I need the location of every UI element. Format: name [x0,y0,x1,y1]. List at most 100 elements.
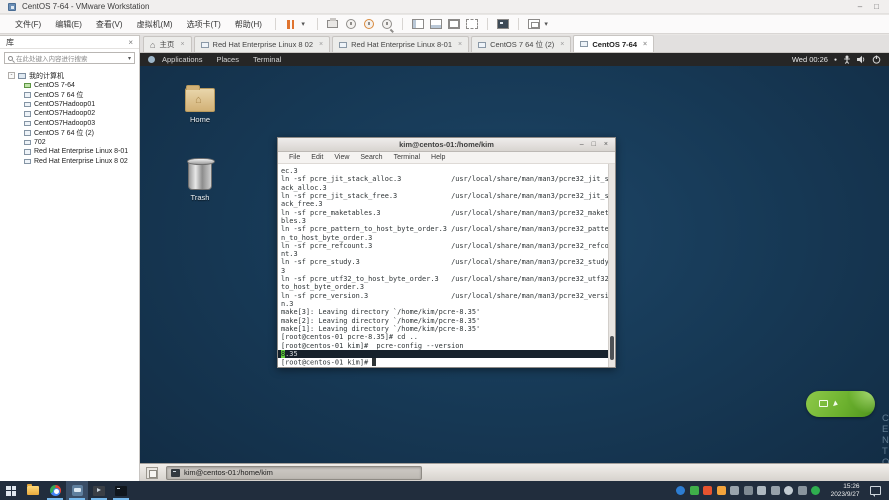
vmware-workstation-icon[interactable] [66,481,88,500]
desktop-icon-trash[interactable]: Trash [172,160,228,202]
windows-clock[interactable]: 15:26 2023/9/27 [831,483,860,499]
window-title: CentOS 7-64 - VMware Workstation [22,2,149,11]
terminal-line: make[3]: Leaving directory `/home/kim/pc… [281,308,608,316]
tab-close-icon[interactable]: × [180,41,184,48]
menu-item[interactable]: 编辑(E) [48,16,89,33]
sidebar-item-vm[interactable]: CentOS 7-64 [8,81,139,91]
send-ctrl-alt-del-button[interactable] [325,17,341,31]
file-explorer-icon[interactable] [22,481,44,500]
library-close-icon[interactable]: × [128,38,133,47]
sidebar-item-vm[interactable]: Red Hat Enterprise Linux 8-01 [8,147,139,157]
tab-Red Hat Enterprise Linux 8 02[interactable]: Red Hat Enterprise Linux 8 02 × [194,36,331,52]
terminal-content[interactable]: ec.3ln -sf pcre_jit_stack_alloc.3 /usr/l… [278,164,615,367]
sidebar-item-vm[interactable]: CentOS 7 64 位 (2) [8,128,139,138]
volume-icon[interactable] [857,55,866,64]
tray-icon-6[interactable] [744,486,753,495]
menu-item[interactable]: 查看(V) [89,16,130,33]
sidebar-item-vm[interactable]: CentOS7Hadoop03 [8,119,139,129]
gnome-menu-terminal[interactable]: Terminal [246,55,288,64]
tab-CentOS 7 64 位 (2)[interactable]: CentOS 7 64 位 (2)× [471,36,571,52]
suspend-dropdown[interactable]: ▾ [301,17,310,31]
minimize-icon[interactable]: – [858,2,862,11]
scrollbar-thumb[interactable] [610,336,614,360]
stretch-guest-button[interactable] [526,17,542,31]
tray-icon-4[interactable] [717,486,726,495]
taskbar-window-button[interactable]: kim@centos-01:/home/kim [166,466,422,480]
menu-item[interactable]: 虚拟机(M) [130,16,180,33]
terminal-maximize-icon[interactable]: □ [592,141,596,148]
vm-screen[interactable]: ApplicationsPlacesTerminal Wed 00:26 ● ⌂… [140,53,889,481]
tray-icon-11[interactable] [811,486,820,495]
sidebar-item-vm[interactable]: 702 [8,138,139,148]
gnome-clock[interactable]: Wed 00:26 [792,55,828,64]
tab-close-icon[interactable]: × [458,41,462,48]
terminal-menu-search[interactable]: Search [355,154,387,161]
show-console-button[interactable] [495,17,511,31]
tray-icon-3[interactable] [703,486,712,495]
manage-snapshots-button[interactable] [379,17,395,31]
media-player-icon[interactable] [88,481,110,500]
chrome-icon[interactable] [44,481,66,500]
gnome-menu-places[interactable]: Places [209,55,246,64]
terminal-close-icon[interactable]: × [604,141,608,148]
tray-icon-10[interactable] [798,486,807,495]
suspend-button[interactable] [283,17,299,31]
tab-close-icon[interactable]: × [319,41,323,48]
maximize-icon[interactable]: □ [874,2,879,11]
tray-icon-7[interactable] [757,486,766,495]
terminal-menu-help[interactable]: Help [426,154,450,161]
show-thumbnail-bar-button[interactable] [428,17,444,31]
sidebar-item-vm[interactable]: CentOS 7 64 位 [8,90,139,100]
tree-expander-icon[interactable]: - [8,72,15,79]
menu-item[interactable]: 文件(F) [8,16,48,33]
window-list-icon[interactable] [146,467,158,479]
console-app-icon[interactable] [110,481,132,500]
menu-item[interactable]: 帮助(H) [228,16,269,33]
terminal-titlebar[interactable]: kim@centos-01:/home/kim – □ × [278,138,615,152]
sidebar-item-vm[interactable]: CentOS7Hadoop02 [8,109,139,119]
fullscreen-button[interactable] [446,17,462,31]
notification-center-icon[interactable] [870,486,881,495]
tab-label: Red Hat Enterprise Linux 8-01 [351,40,452,49]
library-search-input[interactable]: 在此处键入内容进行搜索 ▾ [4,52,135,64]
terminal-menu-file[interactable]: File [284,154,305,161]
unity-mode-button[interactable] [464,17,480,31]
take-snapshot-button[interactable] [343,17,359,31]
power-icon[interactable] [872,55,881,64]
terminal-menu-terminal[interactable]: Terminal [389,154,425,161]
search-dropdown-icon[interactable]: ▾ [128,55,131,62]
terminal-line: ack_free.3 [281,200,608,208]
terminal-line: [root@centos-01 pcre-8.35]# cd .. [281,333,608,341]
terminal-menu-view[interactable]: View [329,154,354,161]
screen: CentOS 7-64 - VMware Workstation – □ 文件(… [0,0,889,500]
vmware-workstation-icon-glyph [72,485,83,496]
desktop-icon-home[interactable]: ⌂ Home [172,88,228,124]
tray-icon-8[interactable] [771,486,780,495]
tab-Red Hat Enterprise Linux 8-01[interactable]: Red Hat Enterprise Linux 8-01 × [332,36,469,52]
tray-icon-9[interactable] [784,486,793,495]
accessibility-icon[interactable] [843,55,851,64]
gnome-menu-applications[interactable]: Applications [155,55,209,64]
revert-snapshot-button[interactable] [361,17,377,31]
tab-主页[interactable]: ⌂主页× [143,36,192,52]
tree-root-my-computer[interactable]: - 我的计算机 [8,71,139,81]
terminal-minimize-icon[interactable]: – [580,141,584,148]
tab-close-icon[interactable]: × [560,41,564,48]
tab-label: Red Hat Enterprise Linux 8 02 [213,40,313,49]
menu-item[interactable]: 选项卡(T) [180,16,228,33]
tab-CentOS 7-64[interactable]: CentOS 7-64× [573,35,654,52]
sep1 [317,18,318,30]
vmware-tools-popup[interactable] [806,391,875,417]
stretch-dropdown[interactable]: ▾ [544,17,553,31]
start-button[interactable] [0,481,22,500]
trash-icon [188,160,212,190]
terminal-scrollbar[interactable] [608,164,615,367]
tab-close-icon[interactable]: × [643,41,647,48]
sidebar-item-vm[interactable]: Red Hat Enterprise Linux 8 02 [8,157,139,167]
terminal-menu-edit[interactable]: Edit [306,154,328,161]
tray-icon-2[interactable] [690,486,699,495]
show-library-button[interactable] [410,17,426,31]
tray-icon-5[interactable] [730,486,739,495]
tray-icon-1[interactable] [676,486,685,495]
sidebar-item-vm[interactable]: CentOS7Hadoop01 [8,100,139,110]
